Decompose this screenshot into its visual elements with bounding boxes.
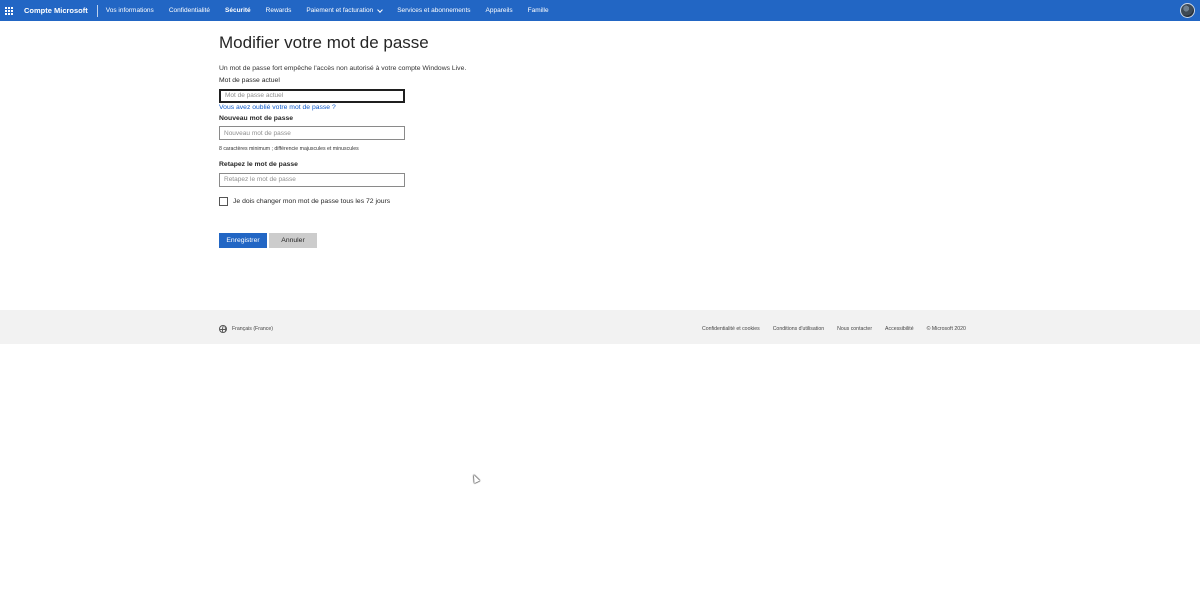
copyright-text: © Microsoft 2020 [926,326,966,332]
footer-link-accessibility[interactable]: Accessibilité [885,326,914,332]
globe-icon [219,325,227,333]
brand-link[interactable]: Compte Microsoft [24,6,88,15]
chevron-down-icon [377,6,384,13]
language-label: Français (France) [232,326,273,332]
footer-link-terms[interactable]: Conditions d'utilisation [773,326,824,332]
nav-item-securite[interactable]: Sécurité [225,7,251,14]
mouse-cursor [471,473,480,484]
forgot-password-link[interactable]: Vous avez oublié votre mot de passe ? [219,104,639,111]
top-navigation-bar: Compte Microsoft Vos informations Confid… [0,0,1200,21]
footer-link-privacy[interactable]: Confidentialité et cookies [702,326,760,332]
password-rotation-checkbox[interactable] [219,196,228,206]
new-password-input[interactable] [219,126,405,140]
nav-item-confidentialite[interactable]: Confidentialité [169,7,210,14]
confirm-password-label: Retapez le mot de passe [219,161,298,168]
intro-text: Un mot de passe fort empêche l'accès non… [219,65,467,72]
language-selector[interactable]: Français (France) [219,325,273,333]
nav-item-services-abonnements[interactable]: Services et abonnements [397,7,470,14]
new-password-label: Nouveau mot de passe [219,114,294,122]
confirm-password-input[interactable] [219,172,405,187]
nav-divider [96,4,98,17]
password-hint: 8 caractères minimum ; différencie majus… [219,146,359,152]
form-actions: Enregistrer Annuler [219,232,639,248]
page-title: Modifier votre mot de passe [219,33,429,52]
nav-item-famille[interactable]: Famille [528,7,549,14]
footer-link-contact[interactable]: Nous contacter [837,326,872,332]
save-button[interactable]: Enregistrer [219,232,267,248]
nav-item-rewards[interactable]: Rewards [266,7,292,14]
password-rotation-label: Je dois changer mon mot de passe tous le… [233,197,391,205]
page-footer: Français (France) Confidentialité et coo… [0,310,1200,344]
password-rotation-row: Je dois changer mon mot de passe tous le… [219,196,639,206]
nav-item-vos-informations[interactable]: Vos informations [106,7,154,14]
cancel-button[interactable]: Annuler [269,232,317,248]
nav-item-paiement-facturation[interactable]: Paiement et facturation [306,6,384,14]
change-password-form: Modifier votre mot de passe Un mot de pa… [219,30,639,248]
nav-item-appareils[interactable]: Appareils [486,7,513,14]
current-password-input[interactable] [219,88,405,103]
waffle-icon[interactable] [5,6,13,15]
footer-links: Confidentialité et cookies Conditions d'… [702,326,979,332]
nav-item-paiement-label: Paiement et facturation [306,7,374,14]
user-avatar[interactable] [1180,3,1195,18]
current-password-label: Mot de passe actuel [219,77,280,84]
